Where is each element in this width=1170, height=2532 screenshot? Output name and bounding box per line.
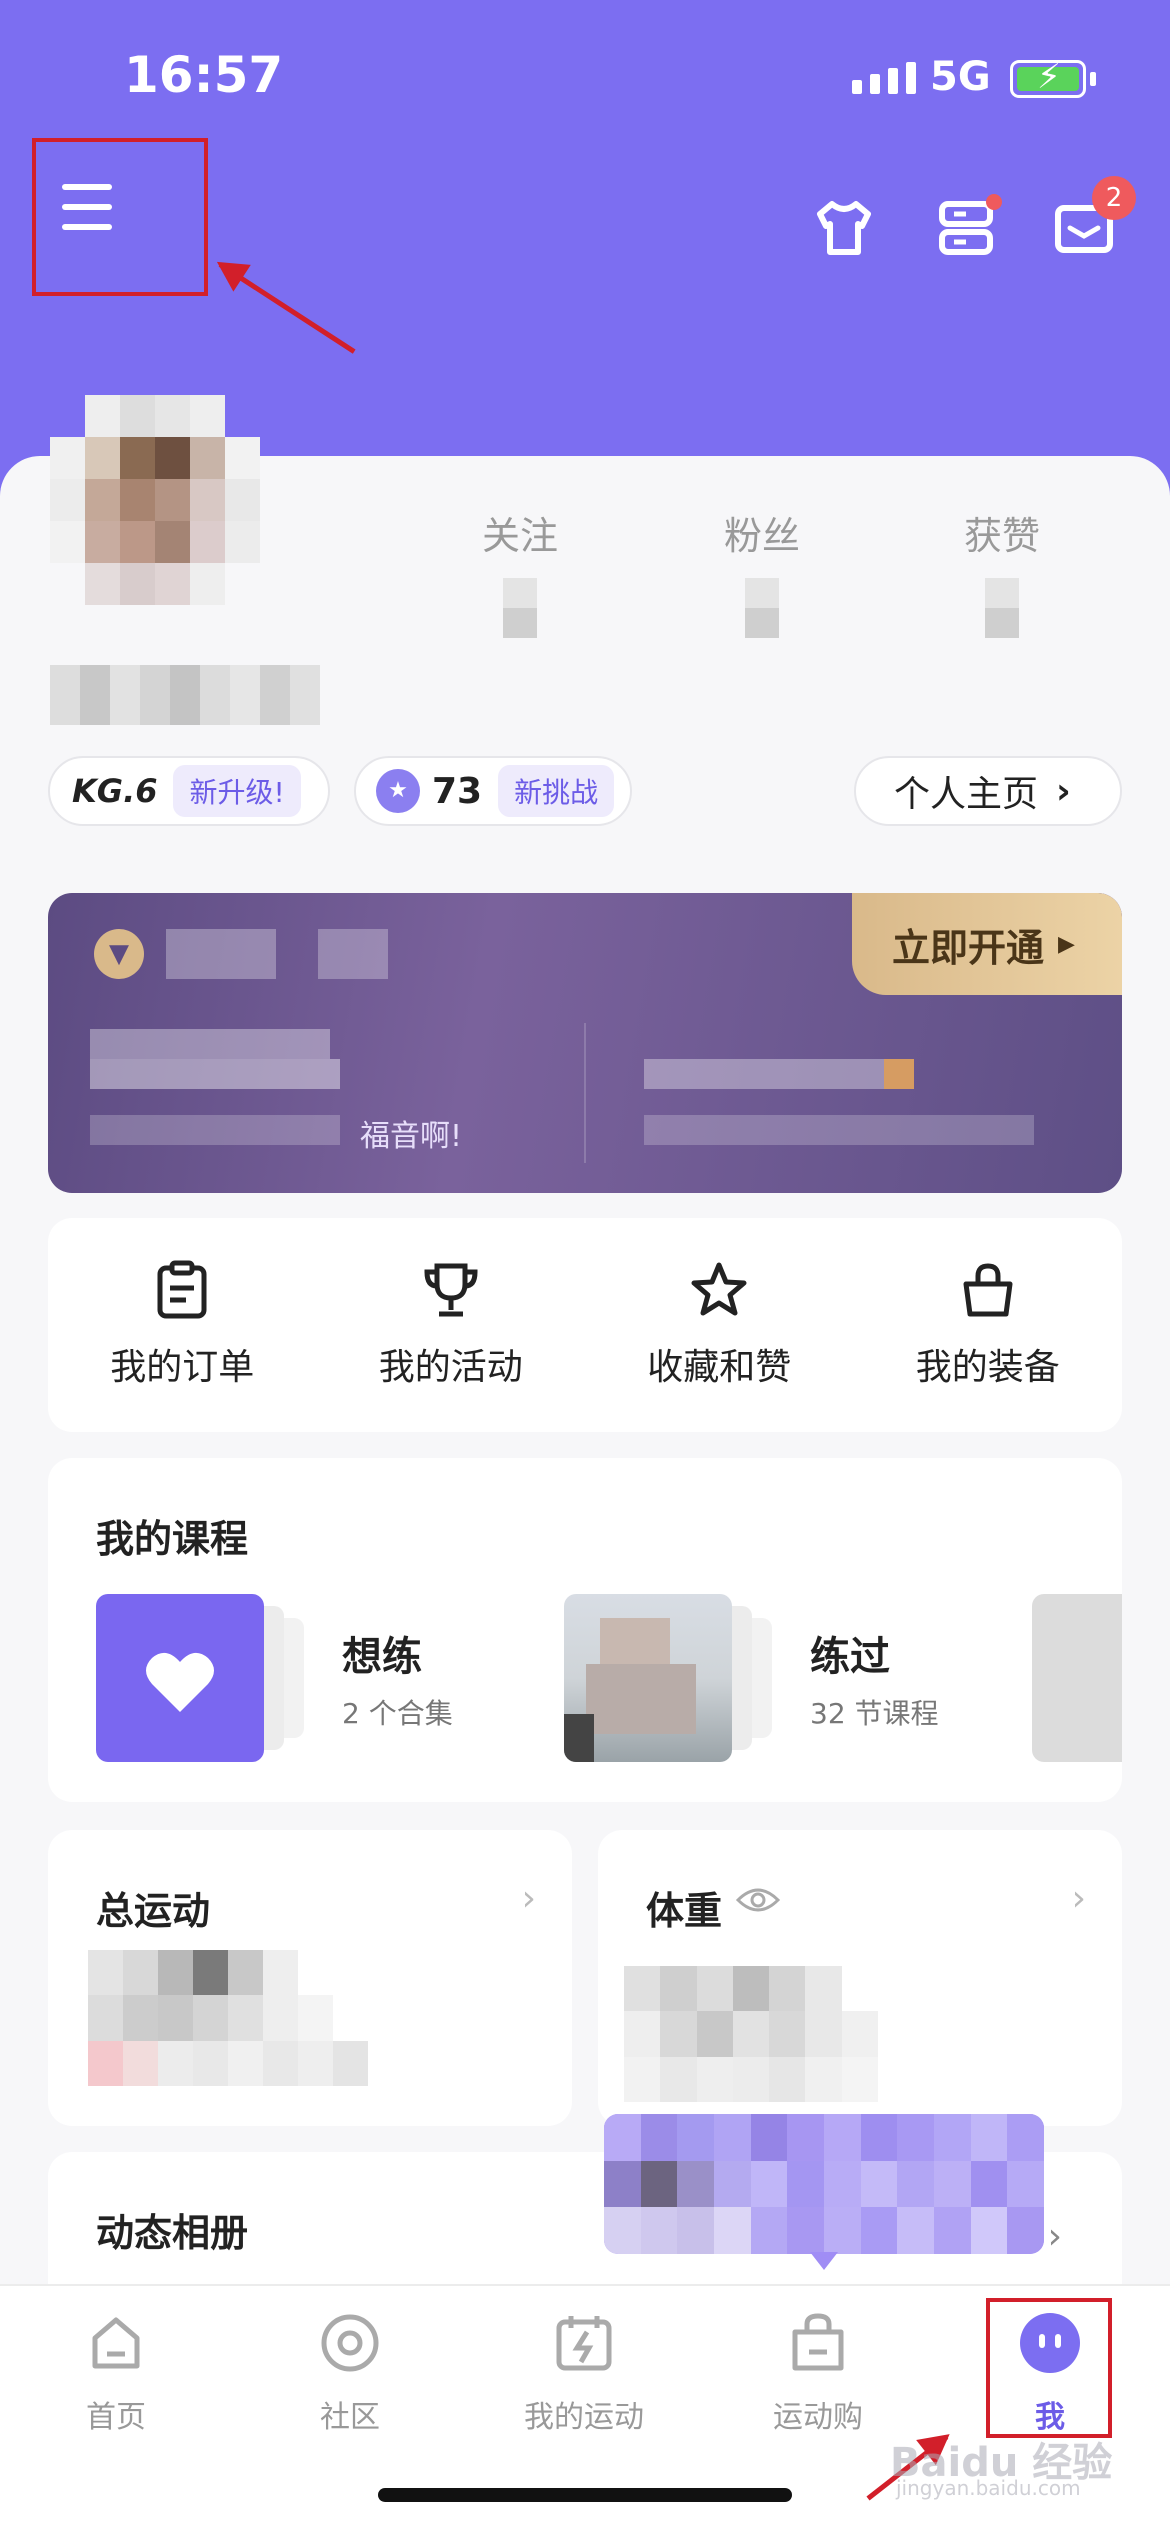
vip-banner[interactable]: ▼ 福音啊! 立即开通 ▶ [48,893,1122,1193]
challenge-count: 73 [432,770,483,812]
annotation-box [986,2298,1112,2438]
quick-actions: 我的订单 我的活动 收藏和赞 我的装备 [48,1218,1122,1432]
signal-icon [852,62,916,94]
trophy-icon [424,1263,478,1317]
community-icon [321,2314,379,2372]
chevron-right-icon: › [1047,2216,1062,2257]
clipboard-icon [157,1260,207,1319]
calendar-bolt-icon [556,2316,612,2371]
personal-home-label: 个人主页 [894,774,1039,815]
eye-icon[interactable] [736,1886,780,1914]
stat-followers-value [745,578,779,638]
activate-now-button[interactable]: 立即开通 ▶ [852,893,1122,995]
shopping-bag-icon [792,2313,844,2371]
tab-sports-shop[interactable]: 运动购 [728,2308,908,2436]
watermark-url: jingyan.baidu.com [896,2476,1081,2500]
stat-following-value [503,578,537,638]
course-done-thumb[interactable] [564,1594,732,1762]
chevron-right-icon: › [1071,1878,1086,1919]
star-icon [691,1262,747,1316]
my-courses-card: 我的课程 想练 2 个合集 练过 32 节课程 [48,1458,1122,1802]
weight-value [624,1966,914,2102]
devices-notification-dot [986,194,1002,210]
tab-home[interactable]: 首页 [26,2308,206,2436]
challenge-tag: 新挑战 [498,765,615,817]
courses-title: 我的课程 [96,1517,249,1561]
bag-icon [963,1263,1013,1317]
action-my-orders[interactable]: 我的订单 [48,1218,317,1432]
course-want-title[interactable]: 想练 [342,1624,422,1682]
mail-badge: 2 [1092,176,1136,220]
total-exercise-value [88,1950,368,2086]
course-want-subtitle: 2 个合集 [342,1697,453,1730]
level-label: KG.6 [72,772,158,810]
level-tag: 新升级! [173,765,301,817]
stat-followers[interactable]: 粉丝 [682,505,842,638]
stat-likes-value [985,578,1019,638]
stat-following[interactable]: 关注 [440,505,600,638]
avatar[interactable] [50,395,260,605]
status-time: 16:57 [124,46,284,104]
album-title: 动态相册 [96,2211,249,2255]
course-want-thumb[interactable] [96,1594,264,1762]
home-indicator[interactable] [378,2488,792,2502]
menu-button[interactable] [32,138,208,296]
outfit-icon[interactable] [812,196,876,260]
network-label: 5G [930,54,991,100]
action-favorites[interactable]: 收藏和赞 [585,1218,854,1432]
personal-home-button[interactable]: 个人主页 › [854,756,1122,826]
tab-community[interactable]: 社区 [260,2308,440,2436]
stat-likes[interactable]: 获赞 [922,505,1082,638]
action-my-activities[interactable]: 我的活动 [317,1218,586,1432]
level-pill[interactable]: KG.6 新升级! [48,756,330,826]
course-done-subtitle: 32 节课程 [810,1697,939,1730]
username [50,665,320,725]
weight-title: 体重 [646,1889,723,1933]
total-exercise-title: 总运动 [96,1889,211,1933]
tab-my-sports[interactable]: 我的运动 [494,2308,674,2436]
diamond-icon: ▼ [94,929,144,979]
status-bar: 16:57 5G ⚡ [0,40,1170,120]
medal-icon: ★ [376,769,420,813]
battery-icon: ⚡ [1010,57,1086,98]
vip-partial-text: 福音啊! [360,1119,463,1154]
chevron-right-icon: › [521,1878,536,1919]
chevron-right-icon: › [1056,770,1071,812]
total-exercise-card[interactable]: 总运动 › [48,1830,572,2126]
challenge-pill[interactable]: ★ 73 新挑战 [354,756,632,826]
heart-icon [146,1652,214,1712]
weight-card[interactable]: 体重 › [598,1830,1122,2126]
action-my-equipment[interactable]: 我的装备 [854,1218,1123,1432]
weight-tip-popup[interactable] [604,2114,1044,2254]
play-triangle-icon: ▶ [1058,931,1075,957]
course-next-thumb[interactable] [1032,1594,1122,1762]
home-icon [92,2317,140,2369]
course-done-title[interactable]: 练过 [810,1624,890,1682]
